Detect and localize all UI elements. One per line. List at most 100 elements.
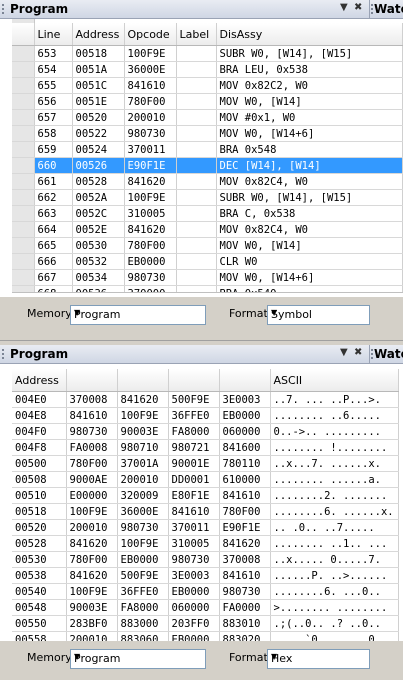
program-panel-titlebar[interactable]: Program ▼ ✖: [0, 0, 369, 19]
column-header-label[interactable]: Label: [176, 23, 217, 46]
table-row[interactable]: 653 00518 100F9E SUBR W0, [W14], [W15]: [12, 45, 403, 62]
table-row[interactable]: 661 00528 841620 MOV 0x82C4, W0: [12, 173, 403, 190]
table-row[interactable]: 00508 9000AE 200010 DD0001 610000........ ..…: [12, 471, 399, 488]
table-row[interactable]: 00528 841620 100F9E 310005 841620........ ..…: [12, 535, 399, 552]
table-row[interactable]: 659 00524 370011 BRA 0x548: [12, 141, 403, 158]
close-icon[interactable]: ✖: [354, 2, 362, 13]
word-cell: 36000E: [117, 503, 169, 520]
table-row[interactable]: 667 00534 980730 MOV W0, [W14+6]: [12, 269, 403, 286]
table-row[interactable]: 00550 283BF0 883000 203FF0 883010 .;(..0.. .?…: [12, 615, 399, 632]
word-cell: FA0008: [66, 439, 118, 456]
word-cell: 060000: [219, 423, 271, 440]
memory-select[interactable]: Program ▼: [70, 649, 206, 669]
word-cell: 841620: [66, 535, 118, 552]
pin-icon[interactable]: ▼: [340, 347, 348, 358]
line-cell: 654: [34, 61, 73, 78]
table-row[interactable]: 00558 200010 883060 EB0000 883020... .`0.. .…: [12, 631, 399, 641]
gutter-cell: [12, 93, 35, 110]
opcode-cell: 980730: [124, 269, 177, 286]
gutter-cell: [12, 125, 35, 142]
word-cell: 100F9E: [117, 407, 169, 424]
address-cell: 00524: [72, 141, 125, 158]
gutter-cell: [12, 253, 35, 270]
word-cell: 500F9E: [168, 391, 220, 408]
table-row[interactable]: 654 0051A 36000E BRA LEU, 0x538: [12, 61, 403, 78]
table-row[interactable]: 660 00526 E90F1E DEC [W14], [W14]: [12, 157, 403, 174]
table-row[interactable]: 00500 780F00 37001A 90001E 780110 ..x...7. ..…: [12, 455, 399, 472]
chevron-down-icon[interactable]: ▼: [74, 652, 202, 661]
opcode-cell: 841610: [124, 77, 177, 94]
table-row[interactable]: 665 00530 780F00 MOV W0, [W14]: [12, 237, 403, 254]
column-header-address[interactable]: Address: [72, 23, 125, 46]
word-cell: 841610: [219, 567, 271, 584]
disassembly-table: Line Address Opcode Label DisAssy 653 005…: [12, 23, 403, 297]
pin-icon[interactable]: ▼: [340, 2, 348, 13]
line-cell: 655: [34, 77, 73, 94]
column-header-disassy[interactable]: DisAssy: [216, 23, 403, 46]
table-row[interactable]: 664 0052E 841620 MOV 0x82C4, W0: [12, 221, 403, 238]
opcode-cell: EB0000: [124, 253, 177, 270]
column-header-word[interactable]: [117, 369, 169, 392]
word-cell: 980710: [117, 439, 169, 456]
panel-divider[interactable]: [0, 340, 403, 341]
opcode-cell: 841620: [124, 221, 177, 238]
memory-viewport[interactable]: Address ASCII 004E0 370008 841620 500F9E 3E0…: [0, 369, 403, 641]
table-row[interactable]: 658 00522 980730 MOV W0, [W14+6]: [12, 125, 403, 142]
ascii-cell: ..x...7. ......x.: [270, 455, 399, 472]
table-row[interactable]: 004E8 841610 100F9E 36FFE0 EB0000........ ..…: [12, 407, 399, 424]
table-row[interactable]: 00520 200010 980730 370011 E90F1E.. .0.. ..7…: [12, 519, 399, 536]
watch-tab[interactable]: Watch: [369, 0, 403, 19]
format-select[interactable]: Hex ▼: [267, 649, 370, 669]
gutter-cell: [12, 141, 35, 158]
drag-grip-icon[interactable]: [2, 4, 8, 14]
table-row[interactable]: 656 0051E 780F00 MOV W0, [W14]: [12, 93, 403, 110]
table-row[interactable]: 004E0 370008 841620 500F9E 3E0003 ..7. ... ..…: [12, 391, 399, 408]
memory-select[interactable]: Program ▼: [70, 305, 206, 325]
table-row[interactable]: 666 00532 EB0000 CLR W0: [12, 253, 403, 270]
ascii-cell: ........ ..6.....: [270, 407, 399, 424]
disassy-cell: SUBR W0, [W14], [W15]: [216, 189, 403, 206]
table-row[interactable]: 00540 100F9E 36FFE0 EB0000 980730 ........6. …: [12, 583, 399, 600]
word-cell: 370011: [168, 519, 220, 536]
table-row[interactable]: 00518 100F9E 36000E 841610 780F00 ........6. …: [12, 503, 399, 520]
chevron-down-icon[interactable]: ▼: [271, 308, 366, 317]
program-panel-title: Program: [10, 2, 69, 16]
disassy-cell: MOV W0, [W14]: [216, 93, 403, 110]
gutter-header: [12, 23, 35, 46]
table-row[interactable]: 655 0051C 841610 MOV 0x82C2, W0: [12, 77, 403, 94]
table-row[interactable]: 663 0052C 310005 BRA C, 0x538: [12, 205, 403, 222]
word-cell: 883000: [117, 615, 169, 632]
word-cell: 980730: [66, 423, 118, 440]
address-cell: 00518: [12, 503, 67, 520]
column-header-word[interactable]: [66, 369, 118, 392]
disassy-cell: CLR W0: [216, 253, 403, 270]
column-header-word[interactable]: [219, 369, 271, 392]
disassembly-viewport[interactable]: Line Address Opcode Label DisAssy 653 005…: [0, 19, 403, 297]
table-row[interactable]: 004F0 980730 90003E FA8000 060000 0..->.. ...…: [12, 423, 399, 440]
table-row[interactable]: 00530 780F00 EB0000 980730 370008 ..x..... 0.…: [12, 551, 399, 568]
word-cell: DD0001: [168, 471, 220, 488]
memory-panel-titlebar[interactable]: Program ▼ ✖: [0, 345, 369, 364]
column-header-word[interactable]: [168, 369, 220, 392]
column-header-address[interactable]: Address: [12, 369, 67, 392]
table-row[interactable]: 004F8 FA0008 980710 980721 841600........ !.…: [12, 439, 399, 456]
chevron-down-icon[interactable]: ▼: [271, 652, 366, 661]
table-row[interactable]: 00510 E00000 320009 E80F1E 841610 ........2. …: [12, 487, 399, 504]
table-row[interactable]: 00538 841620 500F9E 3E0003 841610 ......P. ..…: [12, 567, 399, 584]
drag-grip-icon[interactable]: [2, 349, 8, 359]
column-header-line[interactable]: Line: [34, 23, 73, 46]
opcode-cell: 780F00: [124, 237, 177, 254]
disassy-cell: MOV #0x1, W0: [216, 109, 403, 126]
table-row[interactable]: 00548 90003E FA8000 060000 FA0000 >........ .…: [12, 599, 399, 616]
chevron-down-icon[interactable]: ▼: [74, 308, 202, 317]
watch-tab[interactable]: Watch: [369, 345, 403, 364]
table-row[interactable]: 657 00520 200010 MOV #0x1, W0: [12, 109, 403, 126]
format-select[interactable]: Symbol ▼: [267, 305, 370, 325]
label-cell: [176, 269, 217, 286]
table-row[interactable]: 662 0052A 100F9E SUBR W0, [W14], [W15]: [12, 189, 403, 206]
column-header-ascii[interactable]: ASCII: [270, 369, 399, 392]
close-icon[interactable]: ✖: [354, 347, 362, 358]
word-cell: 780F00: [219, 503, 271, 520]
watch-tab-label: Watch: [374, 347, 403, 361]
column-header-opcode[interactable]: Opcode: [124, 23, 177, 46]
